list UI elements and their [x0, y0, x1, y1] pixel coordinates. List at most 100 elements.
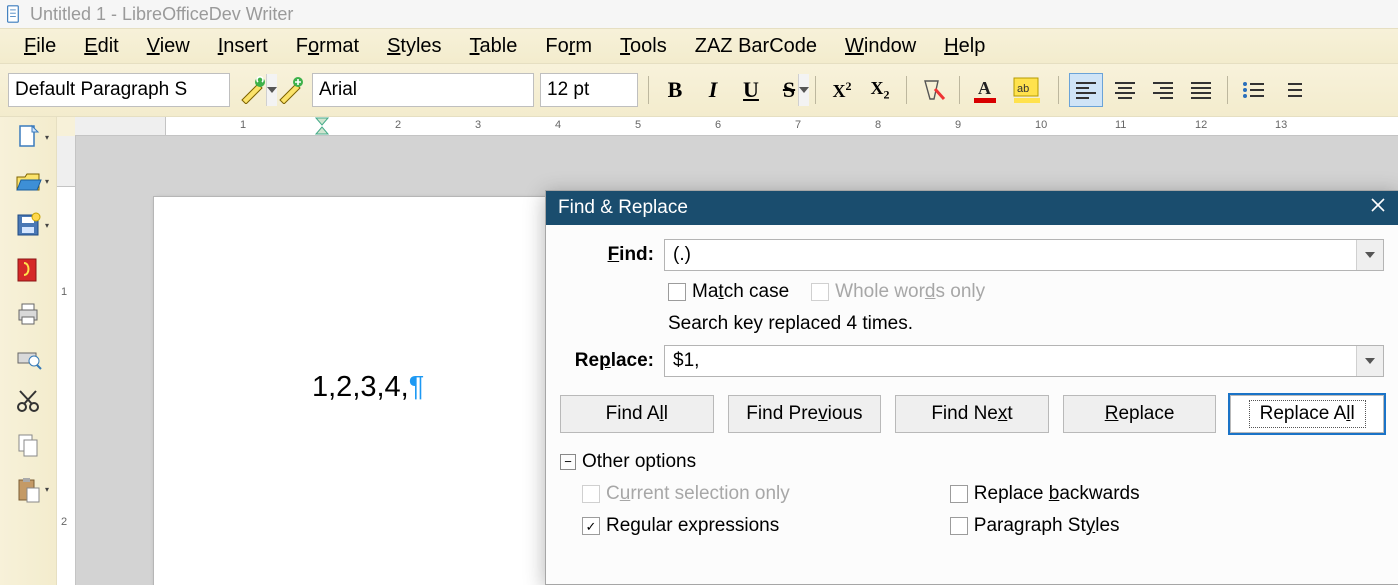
replace-all-button[interactable]: Replace All	[1230, 395, 1384, 433]
close-icon[interactable]	[1370, 197, 1386, 219]
document-icon	[6, 5, 24, 23]
ruler-tick: 10	[1035, 119, 1047, 131]
underline-button[interactable]: U	[735, 74, 767, 106]
update-style-button[interactable]	[236, 74, 268, 106]
print-button[interactable]	[6, 297, 50, 329]
ruler-tick: 2	[61, 516, 67, 528]
replace-label: Replace:	[560, 350, 654, 372]
dialog-title-bar[interactable]: Find & Replace	[546, 191, 1398, 225]
cut-button[interactable]	[6, 385, 50, 417]
new-style-button[interactable]	[274, 74, 306, 106]
copy-button[interactable]	[6, 429, 50, 461]
collapse-icon[interactable]: −	[560, 454, 576, 470]
find-next-button[interactable]: Find Next	[895, 395, 1049, 433]
vertical-ruler[interactable]: 1 2	[57, 136, 76, 585]
paragraph-style-input[interactable]	[9, 79, 266, 101]
ruler-tick: 1	[240, 119, 246, 131]
document-text[interactable]: 1,2,3,4,¶	[312, 371, 424, 404]
align-justify-button[interactable]	[1185, 74, 1217, 106]
font-name-combo[interactable]	[312, 73, 534, 107]
find-all-button[interactable]: Find All	[560, 395, 714, 433]
document-body-text[interactable]: 1,2,3,4,	[312, 371, 409, 403]
separator	[959, 76, 960, 104]
svg-text:ab: ab	[1017, 83, 1029, 95]
chevron-down-icon[interactable]	[1356, 346, 1383, 376]
menu-styles[interactable]: Styles	[373, 33, 455, 60]
ruler-tick: 6	[715, 119, 721, 131]
indent-marker-icon[interactable]	[315, 117, 329, 138]
ruler-tick: 2	[395, 119, 401, 131]
menu-view[interactable]: View	[133, 33, 204, 60]
subscript-button[interactable]: X2	[864, 74, 896, 106]
ruler-tick: 3	[475, 119, 481, 131]
menu-edit[interactable]: Edit	[70, 33, 132, 60]
bold-button[interactable]: B	[659, 74, 691, 106]
ruler-tick: 1	[61, 286, 67, 298]
save-button[interactable]: ▾	[6, 209, 50, 241]
window-title: Untitled 1 - LibreOfficeDev Writer	[30, 4, 293, 25]
menu-insert[interactable]: Insert	[204, 33, 282, 60]
font-color-button[interactable]: A	[970, 74, 1004, 106]
align-center-button[interactable]	[1109, 74, 1141, 106]
ruler-tick: 11	[1115, 119, 1126, 131]
separator	[648, 76, 649, 104]
superscript-button[interactable]: X2	[826, 74, 858, 106]
find-replace-dialog: Find & Replace Find: Match case Whole wo…	[545, 190, 1398, 585]
ruler-tick: 9	[955, 119, 961, 131]
current-selection-checkbox: Current selection only	[582, 483, 790, 505]
menu-window[interactable]: Window	[831, 33, 930, 60]
other-options-header[interactable]: − Other options	[560, 451, 1384, 473]
horizontal-ruler[interactable]: 1 2 3 4 5 6 7 8 9 10 11 12 13	[75, 117, 1398, 136]
bullet-list-button[interactable]	[1238, 74, 1270, 106]
clear-formatting-button[interactable]	[917, 74, 949, 106]
replace-backwards-checkbox[interactable]: Replace backwards	[950, 483, 1140, 505]
ruler-tick: 8	[875, 119, 881, 131]
separator	[1227, 76, 1228, 104]
align-right-button[interactable]	[1147, 74, 1179, 106]
match-case-checkbox[interactable]: Match case	[668, 281, 789, 303]
paragraph-styles-checkbox[interactable]: Paragraph Styles	[950, 515, 1140, 537]
find-label: Find:	[560, 244, 654, 266]
paragraph-style-combo[interactable]	[8, 73, 230, 107]
find-previous-button[interactable]: Find Previous	[728, 395, 882, 433]
paste-button[interactable]: ▾	[6, 473, 50, 505]
replace-input[interactable]	[665, 346, 1356, 376]
align-left-button[interactable]	[1069, 73, 1103, 107]
menu-table[interactable]: Table	[456, 33, 532, 60]
ruler-tick: 12	[1195, 119, 1207, 131]
find-input[interactable]	[665, 240, 1356, 270]
ruler-tick: 13	[1275, 119, 1287, 131]
separator	[815, 76, 816, 104]
menu-format[interactable]: Format	[282, 33, 373, 60]
svg-text:A: A	[978, 78, 991, 98]
font-size-combo[interactable]	[540, 73, 638, 107]
formatting-toolbar: B I U S X2 X2 A ab	[0, 64, 1398, 117]
print-preview-button[interactable]	[6, 341, 50, 373]
standard-toolbar: ▾ ▾ ▾ ▾	[0, 117, 57, 585]
open-button[interactable]: ▾	[6, 165, 50, 197]
menu-tools[interactable]: Tools	[606, 33, 681, 60]
italic-button[interactable]: I	[697, 74, 729, 106]
menu-bar: File Edit View Insert Format Styles Tabl…	[0, 28, 1398, 64]
dialog-body: Find: Match case Whole words only Search…	[546, 225, 1398, 543]
status-text: Search key replaced 4 times.	[560, 313, 1384, 335]
number-list-button[interactable]	[1276, 74, 1308, 106]
export-pdf-button[interactable]	[6, 253, 50, 285]
font-name-input[interactable]	[313, 79, 570, 101]
replace-button[interactable]: Replace	[1063, 395, 1217, 433]
strikethrough-button[interactable]: S	[773, 74, 805, 106]
menu-form[interactable]: Form	[531, 33, 606, 60]
menu-help[interactable]: Help	[930, 33, 999, 60]
whole-words-checkbox: Whole words only	[811, 281, 985, 303]
menu-file[interactable]: File	[10, 33, 70, 60]
pilcrow-icon: ¶	[409, 371, 425, 403]
new-button[interactable]: ▾	[6, 121, 50, 153]
regex-checkbox[interactable]: Regular expressions	[582, 515, 790, 537]
find-field[interactable]	[664, 239, 1384, 271]
menu-zaz[interactable]: ZAZ BarCode	[681, 33, 831, 60]
highlight-color-button[interactable]: ab	[1010, 74, 1048, 106]
replace-field[interactable]	[664, 345, 1384, 377]
ruler-tick: 7	[795, 119, 801, 131]
title-bar: Untitled 1 - LibreOfficeDev Writer	[0, 0, 1398, 28]
chevron-down-icon[interactable]	[1356, 240, 1383, 270]
